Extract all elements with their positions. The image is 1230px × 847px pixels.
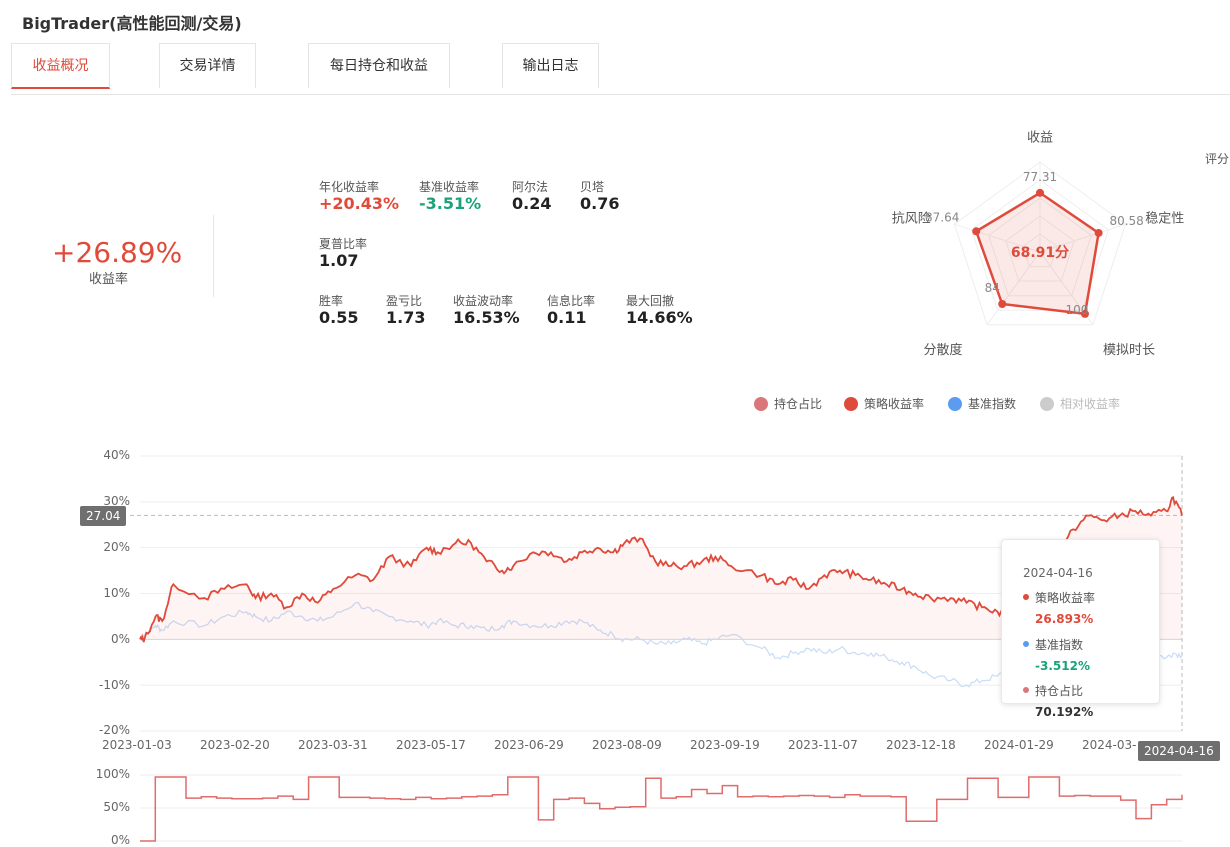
metric-label: 胜率	[319, 294, 344, 308]
metric-value: 14.66%	[626, 308, 693, 327]
tooltip-dot	[1023, 687, 1029, 693]
total-return-value: +26.89%	[52, 236, 183, 269]
metric-value: 0.24	[512, 194, 552, 213]
metric-pl-ratio: 盈亏比 1.73	[386, 294, 425, 328]
tooltip-item: 持仓占比	[1023, 682, 1083, 699]
radar-axis-value: 87.64	[925, 210, 959, 224]
metric-label: 贝塔	[580, 180, 605, 194]
legend-label: 相对收益率	[1060, 397, 1121, 411]
radar-center-score: 68.91分	[1011, 245, 1069, 261]
x-tick-label: 2023-12-18	[886, 738, 956, 752]
tooltip-date: 2024-04-16	[1023, 566, 1093, 580]
tooltip-item-value: -3.512%	[1035, 659, 1090, 673]
metric-label: 收益波动率	[453, 294, 514, 308]
legend-dot	[948, 397, 962, 411]
radar-axis-value: 100	[1066, 303, 1089, 317]
x-tick-label: 2024-01-29	[984, 738, 1054, 752]
metric-label: 基准收益率	[419, 180, 480, 194]
radar-axis-name: 模拟时长	[1103, 343, 1155, 358]
tab-trade-details[interactable]: 交易详情	[159, 43, 256, 88]
tooltip-item: 策略收益率	[1023, 589, 1095, 606]
metric-info-ratio: 信息比率 0.11	[547, 294, 595, 328]
legend-item-relative-return[interactable]: 相对收益率	[1040, 395, 1120, 412]
tab-daily-holdings[interactable]: 每日持仓和收益	[308, 43, 450, 88]
tab-output-log[interactable]: 输出日志	[502, 43, 599, 88]
legend-item-benchmark[interactable]: 基准指数	[948, 395, 1016, 412]
metric-benchmark-return: 基准收益率 -3.51%	[419, 180, 481, 214]
app-title: BigTrader(高性能回测/交易)	[22, 14, 242, 33]
radar-axis-name: 稳定性	[1145, 210, 1184, 226]
metric-value: 1.07	[319, 251, 359, 270]
metric-value: 16.53%	[453, 308, 520, 327]
radar-axis-value: 80.58	[1109, 214, 1143, 228]
metric-value: 0.55	[319, 308, 359, 327]
tooltip-item-name: 基准指数	[1035, 638, 1084, 652]
radar-axis-name: 收益	[1027, 131, 1053, 146]
metric-max-drawdown: 最大回撤 14.66%	[626, 294, 693, 328]
metric-value: 0.11	[547, 308, 587, 327]
metric-value: 1.73	[386, 308, 426, 327]
x-tick-label: 2023-03-31	[298, 738, 368, 752]
crosshair-x-badge: 2024-04-16	[1138, 741, 1220, 761]
radar-chart: 收益77.31稳定性80.58模拟时长100分散度84抗风险87.6468.91…	[892, 131, 1185, 358]
position-ratio-chart[interactable]	[0, 765, 1230, 847]
x-tick-label: 2023-02-20	[200, 738, 270, 752]
metric-label: 夏普比率	[319, 237, 368, 251]
chart-tooltip: 2024-04-16 策略收益率 26.893% 基准指数 -3.512% 持仓…	[1001, 539, 1160, 719]
metric-beta: 贝塔 0.76	[580, 180, 619, 214]
radar-point[interactable]	[1094, 228, 1103, 237]
tooltip-dot	[1023, 641, 1029, 647]
metric-value: +20.43%	[319, 194, 400, 213]
metric-label: 年化收益率	[319, 180, 380, 194]
metric-value: -3.51%	[419, 194, 482, 213]
tooltip-item-value: 70.192%	[1035, 705, 1094, 719]
metric-annual-return: 年化收益率 +20.43%	[319, 180, 399, 214]
radar-point[interactable]	[998, 299, 1007, 308]
radar-point[interactable]	[972, 227, 981, 236]
radar-point[interactable]	[1036, 188, 1044, 197]
legend-label: 持仓占比	[774, 397, 823, 411]
radar-score-label: 评分	[1205, 152, 1230, 166]
radar-axis-value: 77.31	[1023, 170, 1057, 184]
crosshair-y-badge: 27.04	[80, 506, 127, 526]
metric-label: 阿尔法	[512, 180, 549, 194]
total-return-label: 收益率	[89, 272, 129, 287]
x-tick-label: 2023-08-09	[592, 738, 662, 752]
radar-axis-name: 分散度	[924, 342, 963, 358]
tooltip-item-value: 26.893%	[1035, 612, 1094, 626]
metric-win-rate: 胜率 0.55	[319, 294, 358, 328]
legend-item-position-ratio[interactable]: 持仓占比	[754, 395, 822, 412]
tooltip-item-name: 持仓占比	[1035, 684, 1084, 698]
x-tick-label: 2023-06-29	[494, 738, 564, 752]
tab-return-overview[interactable]: 收益概况	[11, 43, 110, 89]
legend-label: 策略收益率	[864, 397, 925, 411]
metric-volatility: 收益波动率 16.53%	[453, 294, 520, 328]
metric-label: 盈亏比	[386, 294, 423, 308]
series-line-position-ratio[interactable]	[140, 776, 1183, 842]
legend-dot	[844, 397, 858, 411]
legend-dot	[1040, 397, 1054, 411]
legend-label: 基准指数	[968, 397, 1017, 411]
tab-bar: 收益概况 交易详情 每日持仓和收益 输出日志	[11, 43, 1230, 95]
metric-sharpe: 夏普比率 1.07	[319, 237, 367, 271]
metric-alpha: 阿尔法 0.24	[512, 180, 551, 214]
x-tick-label: 2023-01-03	[102, 738, 172, 752]
metric-label: 信息比率	[547, 294, 596, 308]
x-tick-label: 2023-05-17	[396, 738, 466, 752]
x-tick-label: 2024-03-	[1082, 738, 1137, 752]
tooltip-dot	[1023, 594, 1029, 600]
divider	[213, 215, 214, 297]
legend-dot	[754, 397, 768, 411]
radar-axis-value: 84	[985, 281, 1000, 295]
legend-item-strategy-return[interactable]: 策略收益率	[844, 395, 924, 412]
x-tick-label: 2023-09-19	[690, 738, 760, 752]
metric-label: 最大回撤	[626, 294, 675, 308]
tooltip-item-name: 策略收益率	[1035, 591, 1096, 605]
tooltip-item: 基准指数	[1023, 636, 1083, 653]
x-tick-label: 2023-11-07	[788, 738, 858, 752]
metric-value: 0.76	[580, 194, 620, 213]
